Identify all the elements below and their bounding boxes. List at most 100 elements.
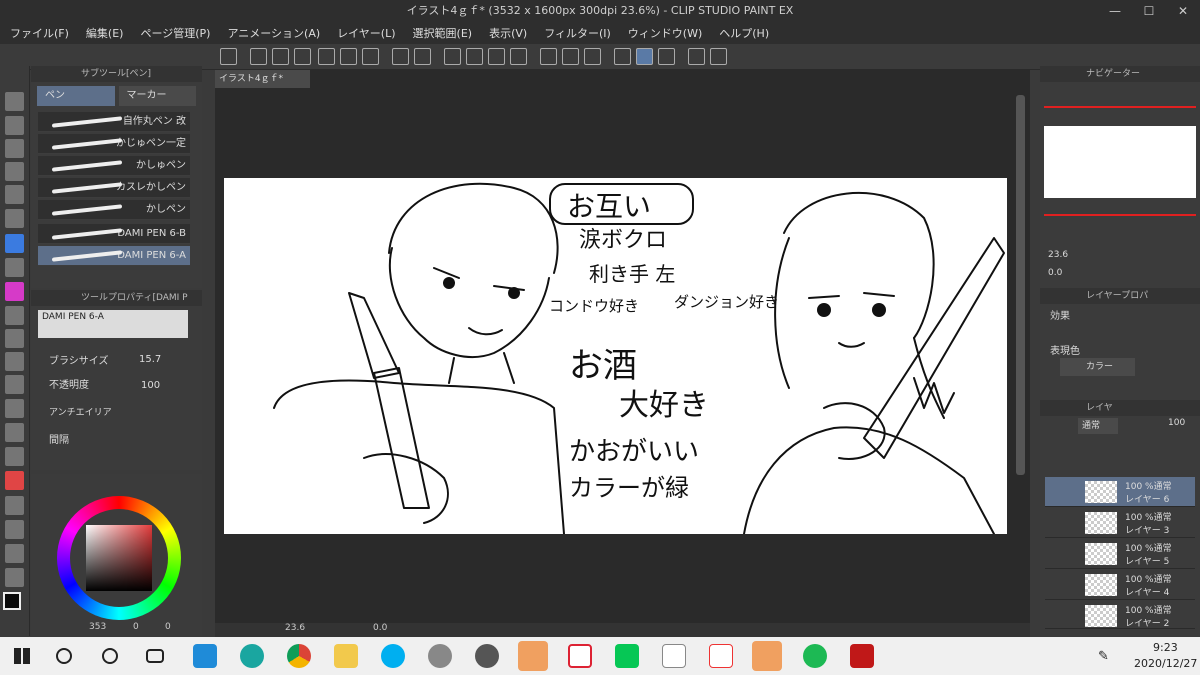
brush-item[interactable]: カスレかしペン [38,178,190,198]
layer-row[interactable]: 100 %通常 レイヤー 3 [1045,508,1195,538]
g-app-icon[interactable] [518,641,548,671]
search-icon[interactable] [56,648,72,664]
menu-filter[interactable]: フィルター(I) [544,25,611,41]
invert-selection-icon[interactable] [562,48,579,65]
export-psd-icon[interactable] [362,48,379,65]
new-file-icon[interactable] [250,48,267,65]
auto-select-icon[interactable] [5,185,24,204]
windows-start-icon[interactable] [14,648,30,664]
export-icon[interactable] [318,48,335,65]
clock-date[interactable]: 2020/12/27 [1134,657,1197,670]
eraser-icon[interactable] [5,352,24,371]
w-app-icon[interactable] [752,641,782,671]
brush-item-selected[interactable]: DAMI PEN 6-A [38,246,190,266]
menu-window[interactable]: ウィンドウ(W) [628,25,702,41]
eyedropper-icon[interactable] [5,209,24,228]
lasso-tool-icon[interactable] [5,162,24,181]
hand-tool-icon[interactable] [5,92,24,111]
layer-row[interactable]: 100 %通常 レイヤー 4 [1045,570,1195,600]
task-view-icon[interactable] [146,649,164,663]
cortana-icon[interactable] [102,648,118,664]
brush-tool-icon[interactable] [5,282,24,301]
blend-icon[interactable] [5,375,24,394]
minimize-icon[interactable]: — [1098,0,1132,22]
pinwheel-app-icon[interactable] [568,644,592,668]
grid-snap-icon[interactable] [658,48,675,65]
brush-item[interactable]: かじゅペン一定 [38,134,190,154]
3d-icon[interactable] [688,48,705,65]
itunes-icon[interactable] [709,644,733,668]
gradient-icon[interactable] [5,423,24,442]
loading-icon[interactable] [444,48,461,65]
clear-icon[interactable] [466,48,483,65]
navigator-preview[interactable] [1044,126,1196,198]
settings-icon[interactable] [710,48,727,65]
canvas-paper[interactable]: お互い 涙ボクロ 利き手 左 コンドウ好き ダンジョン好き お酒 大好き かおが… [224,178,1007,534]
fill-tool-icon[interactable] [5,399,24,418]
mcafee-icon[interactable] [850,644,874,668]
pencil-tool-icon[interactable] [5,258,24,277]
kindle-icon[interactable] [662,644,686,668]
chrome-icon[interactable] [287,644,311,668]
menu-selection[interactable]: 選択範囲(E) [413,25,473,41]
spotify-icon[interactable] [803,644,827,668]
maximize-icon[interactable]: ☐ [1132,0,1166,22]
tab-marker[interactable]: マーカー [118,86,196,106]
undo-icon[interactable] [392,48,409,65]
move-tool-icon[interactable] [5,139,24,158]
menu-view[interactable]: 表示(V) [489,25,527,41]
saturation-square[interactable] [86,525,152,591]
decoration-icon[interactable] [5,329,24,348]
nav-zoom[interactable]: 23.6 [1048,250,1068,260]
ruler-snap-icon[interactable] [614,48,631,65]
figure-icon[interactable] [5,447,24,466]
brush-size-value[interactable]: 15.7 [139,354,161,365]
save-icon[interactable] [294,48,311,65]
clip-studio-paint-icon[interactable] [475,644,499,668]
menu-page[interactable]: ページ管理(P) [140,25,210,41]
airbrush-icon[interactable] [5,306,24,325]
canvas-tab[interactable]: イラスト4ｇｆ* [215,70,310,88]
fill-icon[interactable] [488,48,505,65]
redo-icon[interactable] [414,48,431,65]
deselect-icon[interactable] [540,48,557,65]
menu-layer[interactable]: レイヤー(L) [337,25,395,41]
menu-animation[interactable]: アニメーション(A) [227,25,320,41]
brush-item[interactable]: DAMI PEN 6-B [38,224,190,244]
layer-row[interactable]: 100 %通常 レイヤー 5 [1045,539,1195,569]
blend-mode-select[interactable]: 通常 [1078,418,1118,434]
menu-help[interactable]: ヘルプ(H) [719,25,769,41]
layer-row-selected[interactable]: 100 %通常 レイヤー 6 [1045,477,1195,507]
nav-angle[interactable]: 0.0 [1048,268,1062,278]
vertical-scrollbar[interactable] [1016,95,1025,475]
line-icon[interactable] [615,644,639,668]
brush-item[interactable]: かしペン [38,200,190,220]
brush-item[interactable]: 自作丸ペン 改 [38,112,190,132]
menu-file[interactable]: ファイル(F) [10,25,69,41]
clip-studio-icon[interactable] [220,48,237,65]
ruler-icon[interactable] [5,496,24,515]
file-explorer-icon[interactable] [334,644,358,668]
pen-input-icon[interactable]: ✎ [1098,649,1109,664]
clock-time[interactable]: 9:23 [1153,641,1178,654]
skype-icon[interactable] [381,644,405,668]
balloon-icon[interactable] [5,544,24,563]
export-png-icon[interactable] [340,48,357,65]
angle-value[interactable]: 0.0 [373,623,387,633]
operation-tool-icon[interactable] [5,116,24,135]
opacity-value[interactable]: 100 [141,380,160,391]
clip-studio-launcher-icon[interactable] [428,644,452,668]
tab-pen[interactable]: ペン [37,86,115,106]
zoom-value[interactable]: 23.6 [285,623,305,633]
main-color-swatch[interactable] [3,592,21,610]
expression-color-select[interactable]: カラー [1060,358,1135,376]
layer-opacity[interactable]: 100 [1168,418,1185,428]
pen-tool-icon[interactable] [5,234,24,253]
show-selection-icon[interactable] [584,48,601,65]
edge-icon[interactable] [240,644,264,668]
transform-icon[interactable] [510,48,527,65]
brush-item[interactable]: かしゅペン [38,156,190,176]
frame-icon[interactable] [5,471,24,490]
ie-icon[interactable] [193,644,217,668]
special-ruler-snap-icon[interactable] [636,48,653,65]
